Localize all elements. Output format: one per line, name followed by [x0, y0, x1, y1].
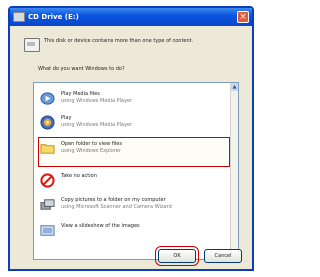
no-action-icon	[40, 173, 55, 188]
option-label: Copy pictures to a folder on my computer	[61, 197, 166, 203]
list-scrollbar[interactable]: ▲ ▼	[230, 83, 238, 259]
option-copy-pictures[interactable]: Copy pictures to a folder on my computer…	[40, 195, 228, 217]
dialog-body: This disk or device contains more than o…	[10, 26, 252, 269]
cancel-button[interactable]: Cancel	[204, 249, 242, 263]
question-text: What do you want Windows to do?	[38, 66, 125, 72]
option-label: View a slideshow of the images	[61, 223, 140, 229]
option-sublabel: using Microsoft Scanner and Camera Wizar…	[61, 204, 172, 210]
option-play-media[interactable]: Play Media files using Windows Media Pla…	[40, 89, 228, 111]
description-text: This disk or device contains more than o…	[44, 38, 194, 44]
dialog-buttons: OK Cancel	[155, 246, 242, 266]
action-list[interactable]: Play Media files using Windows Media Pla…	[33, 82, 239, 260]
scroll-up-icon[interactable]: ▲	[231, 83, 238, 91]
drive-icon	[13, 12, 25, 22]
option-sublabel: using Windows Media Player	[61, 98, 133, 104]
window-title: CD Drive (E:)	[28, 13, 79, 21]
device-icon	[24, 38, 40, 52]
option-label: Play	[61, 115, 72, 121]
slideshow-icon	[40, 225, 55, 236]
copy-pictures-icon	[40, 199, 55, 210]
option-label: Play Media files	[61, 91, 100, 97]
close-button[interactable]: ×	[237, 11, 249, 23]
option-view-slideshow[interactable]: View a slideshow of the images	[40, 221, 228, 243]
media-player-icon	[40, 92, 55, 105]
autoplay-dialog: CD Drive (E:) × This disk or device cont…	[8, 6, 254, 271]
option-take-no-action[interactable]: Take no action	[40, 171, 228, 193]
option-play[interactable]: Play using Windows Media Player	[40, 113, 228, 135]
play-disc-icon	[40, 115, 55, 130]
title-bar[interactable]: CD Drive (E:) ×	[10, 8, 252, 26]
option-open-folder[interactable]: Open folder to view files using Windows …	[38, 137, 230, 167]
option-sublabel: using Windows Media Player	[61, 122, 133, 128]
option-label: Open folder to view files	[61, 141, 122, 147]
folder-icon	[40, 144, 55, 154]
option-label: Take no action	[61, 173, 97, 179]
option-sublabel: using Windows Explorer	[61, 148, 121, 154]
ok-button[interactable]: OK	[155, 246, 199, 266]
